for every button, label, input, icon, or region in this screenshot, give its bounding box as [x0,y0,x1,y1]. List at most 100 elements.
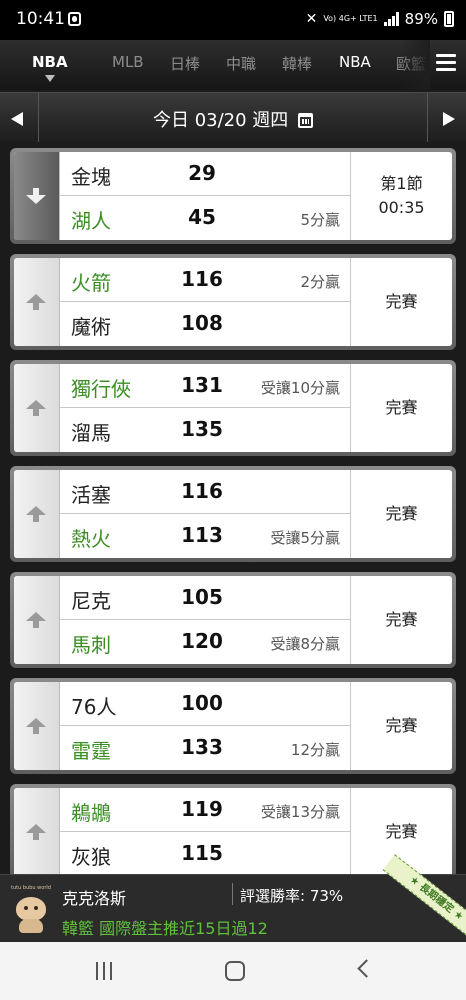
avatar-caption: tutu bubu world [11,885,51,891]
calendar-icon [298,113,314,128]
network-label: Vo) 4G+ LTE1 [323,14,378,23]
game-status: 完賽 [350,682,452,770]
game-final-label: 完賽 [385,292,418,311]
game-final-label: 完賽 [385,398,418,417]
expand-toggle[interactable] [14,576,60,664]
next-day-button[interactable] [428,93,466,143]
date-bar: 今日 03/20 週四 [0,92,466,143]
team-score: 119 [181,797,223,821]
expert-avatar: tutu bubu world [10,885,52,933]
expand-toggle[interactable] [14,682,60,770]
notification-icon [68,12,81,26]
team-name: 魔術 [71,315,111,339]
recent-apps-icon[interactable] [96,962,114,980]
team-row: 魔術 108 [60,302,350,346]
arrow-up-icon [25,824,47,840]
team-score: 45 [188,205,216,229]
expand-toggle[interactable] [14,364,60,452]
team-name: 湖人 [71,209,111,233]
expert-pick-banner[interactable]: tutu bubu world 克克洛斯 評選勝率: 73% 韓籃 國際盤主推近… [0,854,466,944]
team-name: 鵜鶘 [71,801,111,825]
arrow-right-icon [443,112,455,126]
team-score: 29 [188,161,216,185]
team-name: 獨行俠 [71,377,131,401]
game-status: 完賽 [350,576,452,664]
tab-nba-second[interactable]: NBA [339,53,371,71]
expand-toggle[interactable] [14,470,60,558]
team-name: 活塞 [71,483,111,507]
game-card[interactable]: 金塊 29 湖人 45 5分贏 第1節 00:35 [10,148,456,244]
date-label: 今日 03/20 週四 [152,110,289,131]
game-card[interactable]: 獨行俠 131 受讓10分贏 溜馬 135 完賽 [10,360,456,456]
team-score: 135 [181,417,223,441]
team-row: 鵜鶘 119 受讓13分贏 [60,788,350,832]
status-indicators: ✕ Vo) 4G+ LTE1 89% [306,10,454,28]
expand-toggle[interactable] [14,788,60,874]
game-final-label: 完賽 [385,504,418,523]
active-tab-indicator-icon [44,75,55,82]
team-row: 活塞 116 [60,470,350,514]
team-row: 雷霆 133 12分贏 [60,726,350,770]
spread-result: 受讓10分贏 [260,379,340,397]
team-score: 116 [181,479,223,503]
game-status: 完賽 [350,258,452,346]
tab-nba[interactable]: NBA [32,53,68,82]
battery-icon [444,11,454,27]
team-name: 雷霆 [71,739,111,763]
team-score: 115 [181,841,223,865]
expert-name: 克克洛斯 [62,889,127,908]
game-card[interactable]: 活塞 116 熱火 113 受讓5分贏 完賽 [10,466,456,562]
team-score: 108 [181,311,223,335]
league-tabs: NBA MLB 日棒 中職 韓棒 NBA 歐籃 [0,40,466,90]
collapse-toggle[interactable] [14,152,60,240]
tab-mlb[interactable]: MLB [112,53,144,71]
game-card[interactable]: 火箭 116 2分贏 魔術 108 完賽 [10,254,456,350]
game-period: 第1節 [380,174,423,193]
team-row: 獨行俠 131 受讓10分贏 [60,364,350,408]
game-card[interactable]: 76人 100 雷霆 133 12分贏 完賽 [10,678,456,774]
game-list[interactable]: 金塊 29 湖人 45 5分贏 第1節 00:35 火箭 116 2分贏 魔術 … [0,142,466,874]
expand-toggle[interactable] [14,258,60,346]
game-final-label: 完賽 [385,610,418,629]
game-final-label: 完賽 [385,716,418,735]
team-score: 133 [181,735,223,759]
team-score: 131 [181,373,223,397]
team-score: 100 [181,691,223,715]
menu-icon[interactable] [436,54,456,72]
team-name: 灰狼 [71,845,111,869]
tab-kbo[interactable]: 韓棒 [282,53,312,74]
team-score: 116 [181,267,223,291]
navigation-bar [0,942,466,1000]
arrow-down-icon [25,188,47,204]
arrow-up-icon [25,612,47,628]
home-icon[interactable] [225,961,245,981]
back-icon[interactable] [357,959,376,978]
game-clock: 00:35 [378,198,425,217]
team-score: 105 [181,585,223,609]
team-score: 113 [181,523,223,547]
game-final-label: 完賽 [385,822,418,841]
team-row: 火箭 116 2分贏 [60,258,350,302]
team-row: 灰狼 115 [60,832,350,874]
spread-result: 受讓8分贏 [270,635,340,653]
spread-result: 2分贏 [300,273,340,291]
team-row: 尼克 105 [60,576,350,620]
tab-npb[interactable]: 日棒 [170,53,200,74]
mute-icon: ✕ [305,11,318,27]
team-row: 金塊 29 [60,152,350,196]
team-row: 湖人 45 5分贏 [60,196,350,240]
team-row: 溜馬 135 [60,408,350,452]
status-bar: 10:41 ✕ Vo) 4G+ LTE1 89% [0,0,466,40]
team-row: 熱火 113 受讓5分贏 [60,514,350,558]
game-status: 第1節 00:35 [350,152,452,240]
game-card[interactable]: 尼克 105 馬刺 120 受讓8分贏 完賽 [10,572,456,668]
arrow-up-icon [25,400,47,416]
arrow-up-icon [25,294,47,310]
tab-cpbl[interactable]: 中職 [226,53,256,74]
date-selector[interactable]: 今日 03/20 週四 [0,106,466,132]
team-name: 76人 [71,695,117,719]
tabs-fade [400,40,430,90]
spread-result: 受讓13分贏 [260,803,340,821]
spread-result: 5分贏 [300,211,340,229]
win-rate: 評選勝率: 73% [240,887,344,905]
